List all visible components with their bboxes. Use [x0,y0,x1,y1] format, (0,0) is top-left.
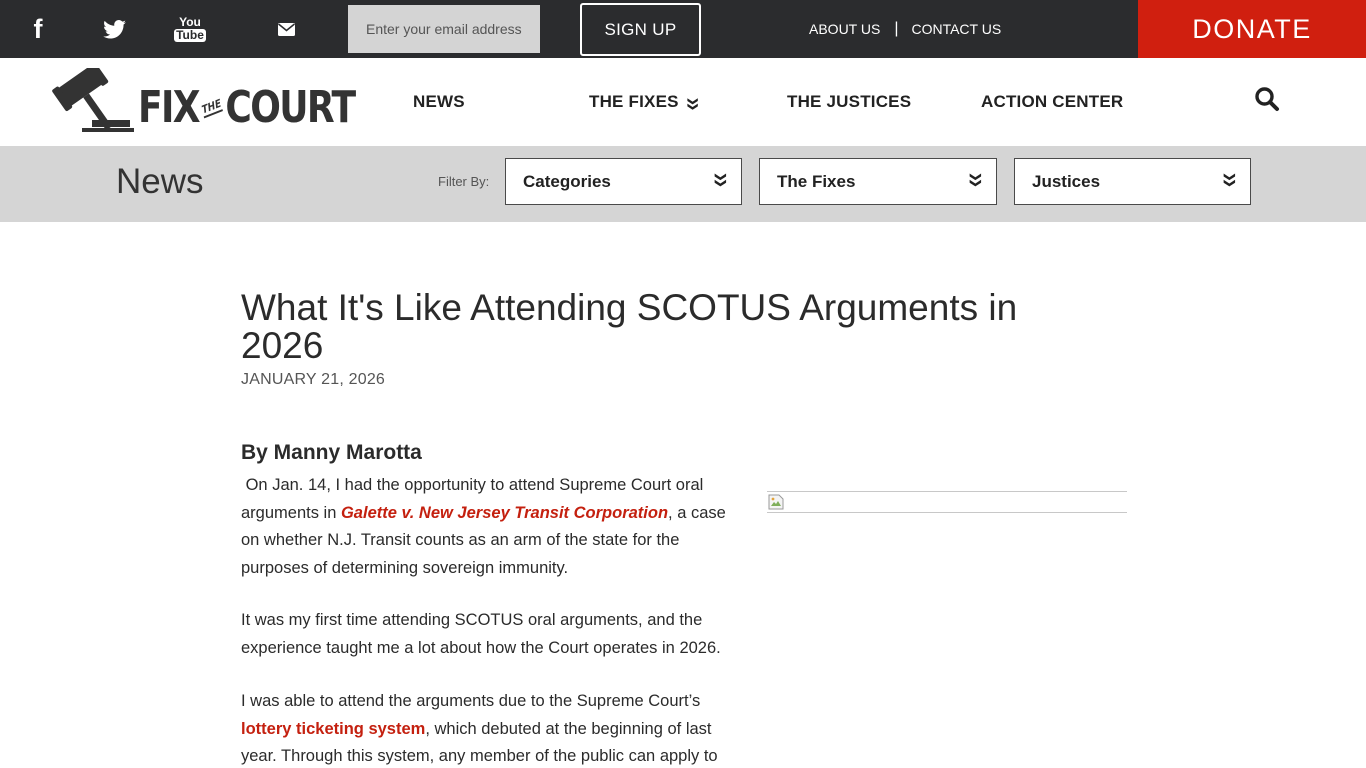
categories-select-value: Categories [523,171,611,191]
filter-by-label: Filter By: [438,174,490,189]
contact-us-link[interactable]: CONTACT US [911,21,1001,37]
the-fixes-select-value: The Fixes [777,171,856,191]
top-bar: f You Tube SIGN UP ABOUT US | CONTACT US… [0,0,1366,58]
twitter-bird-icon [102,19,126,39]
justices-select-value: Justices [1032,171,1101,191]
case-link[interactable]: Galette v. New Jersey Transit Corporatio… [341,504,668,522]
chevron-down-icon: ❯❯ [714,172,727,185]
section-title: News [116,162,204,201]
nav-the-fixes-label: THE FIXES [589,92,679,111]
article-image [767,491,1127,513]
paragraph-text: I was able to attend the arguments due t… [241,692,701,710]
search-icon[interactable] [1254,86,1282,114]
facebook-glyph: f [33,13,43,44]
nav-the-justices[interactable]: THE JUSTICES [787,58,911,146]
youtube-label-top: You [179,14,201,29]
lottery-ticketing-link[interactable]: lottery ticketing system [241,720,425,738]
facebook-icon[interactable]: f [20,0,56,58]
logo-the: THE [200,96,224,118]
nav-news-label: NEWS [413,92,465,111]
article-title: What It's Like Attending SCOTUS Argument… [241,287,1018,366]
top-links: ABOUT US | CONTACT US [809,0,1001,58]
nav-action-center[interactable]: ACTION CENTER [981,58,1123,146]
email-field[interactable] [348,5,540,53]
donate-button[interactable]: DONATE [1138,0,1366,58]
nav-the-fixes[interactable]: THE FIXES ❯❯ [589,58,698,146]
nav-news[interactable]: NEWS [413,58,465,146]
about-us-link[interactable]: ABOUT US [809,21,880,37]
article-paragraph: It was my first time attending SCOTUS or… [241,611,721,657]
article-paragraph: On Jan. 14, I had the opportunity to att… [241,472,746,582]
chevron-down-icon: ❯❯ [686,96,698,108]
youtube-icon[interactable]: You Tube [172,0,208,58]
nav-action-center-label: ACTION CENTER [981,92,1124,111]
logo-fix: FIX [138,82,201,133]
sign-up-button[interactable]: SIGN UP [580,3,701,56]
article-paragraph: I was able to attend the arguments due t… [241,688,746,768]
logo-wordmark: FIX THE COURT [138,82,356,133]
site-logo[interactable]: FIX THE COURT [38,68,356,136]
article-byline: By Manny Marotta [241,441,422,464]
twitter-icon[interactable] [96,0,132,58]
article-date: JANUARY 21, 2026 [241,371,386,388]
categories-select[interactable]: Categories ❯❯ [505,158,742,205]
the-fixes-select[interactable]: The Fixes ❯❯ [759,158,997,205]
magnifier-icon [1255,87,1279,111]
top-links-separator: | [894,20,899,37]
site-header: FIX THE COURT NEWS THE FIXES ❯❯ THE JUST… [0,58,1366,146]
logo-court: COURT [225,82,356,133]
filter-bar: News Filter By: Categories ❯❯ The Fixes … [0,146,1366,222]
nav-the-justices-label: THE JUSTICES [787,92,912,111]
justices-select[interactable]: Justices ❯❯ [1014,158,1251,205]
gavel-icon [52,68,134,132]
envelope-icon [277,22,295,36]
youtube-label-bottom: Tube [174,27,206,42]
broken-image-icon [768,494,784,510]
chevron-down-icon: ❯❯ [1223,172,1236,185]
email-icon[interactable] [268,0,304,58]
chevron-down-icon: ❯❯ [969,172,982,185]
